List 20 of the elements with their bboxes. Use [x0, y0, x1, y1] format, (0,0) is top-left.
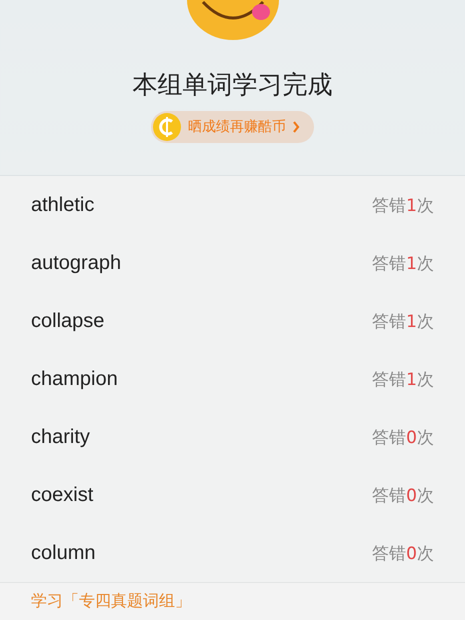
mistake-count: 答错1次	[372, 368, 434, 390]
share-button[interactable]: 晒成绩再赚酷币	[151, 111, 314, 143]
coin-icon	[152, 112, 182, 142]
mistake-count: 答错0次	[372, 484, 434, 506]
emoji-icon	[184, 0, 280, 40]
mistake-count: 答错0次	[372, 542, 434, 564]
study-link[interactable]: 学习「专四真题词组」	[31, 591, 191, 610]
word-text: collapse	[31, 310, 104, 332]
completion-title: 本组单词学习完成	[132, 69, 332, 101]
word-text: column	[31, 542, 96, 564]
mistake-count: 答错1次	[372, 252, 434, 274]
word-text: athletic	[31, 194, 94, 216]
mistake-count: 答错1次	[372, 194, 434, 216]
word-text: charity	[31, 426, 90, 448]
word-text: coexist	[31, 484, 94, 506]
mistake-count: 答错0次	[372, 426, 434, 448]
chevron-right-icon	[292, 121, 300, 133]
word-text: autograph	[31, 252, 122, 274]
word-text: champion	[31, 368, 118, 390]
mistake-count: 答错1次	[372, 310, 434, 332]
